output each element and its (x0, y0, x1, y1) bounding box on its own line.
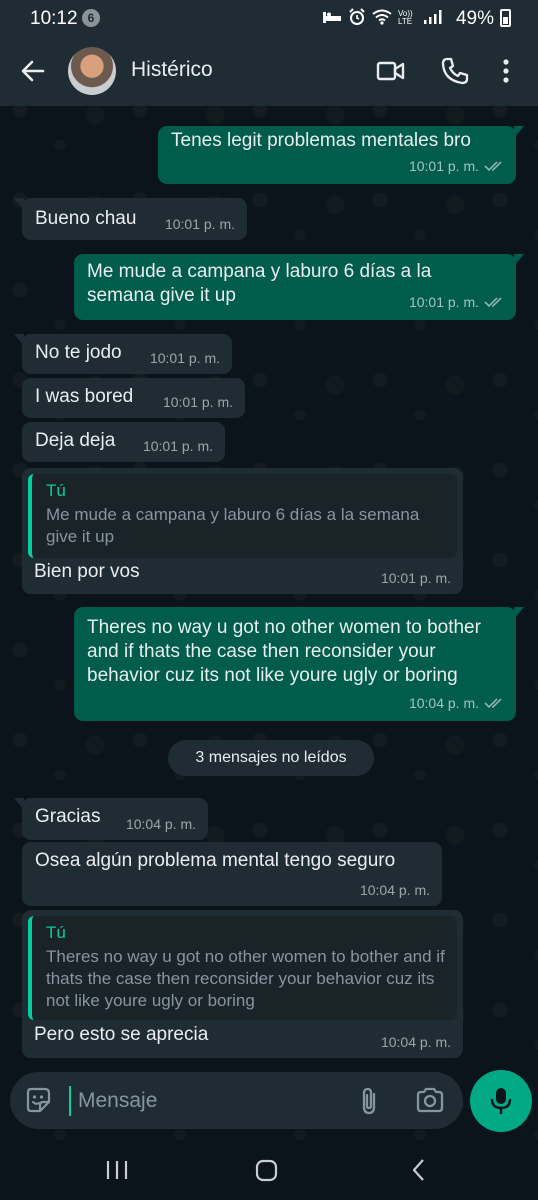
message-bubble-outgoing[interactable]: Me mude a campana y laburo 6 días a la s… (74, 254, 524, 320)
quoted-author: Tú (46, 481, 66, 500)
mic-icon (490, 1088, 512, 1114)
status-icons: Vo)) LTE (322, 7, 442, 29)
message-time: 10:04 p. m. (359, 882, 430, 898)
message-bubble-incoming[interactable]: Osea algún problema mental tengo seguro … (22, 842, 442, 906)
double-check-read-icon (484, 297, 502, 308)
message-time: 10:01 p. m. (149, 350, 220, 366)
status-bar: 10:12 6 Vo)) LTE 49% (0, 0, 538, 36)
message-time: 10:01 p. m. (408, 158, 479, 174)
message-text: Bueno chau (35, 208, 137, 229)
message-meta: 10:01 p. m. (409, 290, 504, 314)
message-text: Deja deja (35, 430, 116, 451)
battery-percent: 49% (455, 8, 494, 29)
message-meta: 10:04 p. m. (409, 691, 504, 715)
back-nav-icon[interactable] (406, 1156, 436, 1184)
camera-icon[interactable] (415, 1086, 445, 1114)
quoted-message[interactable]: Tú Me mude a campana y laburo 6 días a l… (28, 474, 457, 558)
message-time: 10:01 p. m. (142, 438, 213, 454)
notification-count-badge: 6 (82, 9, 100, 27)
quoted-message[interactable]: Tú Theres no way u got no other women to… (28, 916, 457, 1020)
message-bubble-incoming[interactable]: Gracias 10:04 p. m. (14, 798, 208, 840)
double-check-read-icon (484, 161, 502, 172)
message-bubble-incoming-reply[interactable]: Tú Me mude a campana y laburo 6 días a l… (22, 468, 463, 594)
recent-apps-icon[interactable] (104, 1156, 134, 1184)
volte-icon: Vo)) LTE (398, 9, 413, 26)
message-input[interactable] (78, 1084, 348, 1118)
double-check-read-icon (484, 698, 502, 709)
wifi-icon (372, 9, 392, 28)
message-bubble-outgoing[interactable]: Tenes legit problemas mentales bro 10:01… (158, 126, 524, 184)
back-arrow-icon[interactable] (18, 56, 48, 86)
message-bubble-incoming[interactable]: Bueno chau 10:01 p. m. (14, 198, 247, 240)
message-bubble-incoming-reply[interactable]: Tú Theres no way u got no other women to… (22, 910, 463, 1058)
message-text: No te jodo (35, 342, 122, 363)
battery-icon (500, 9, 511, 27)
mic-button[interactable] (470, 1070, 532, 1132)
message-bubble-incoming[interactable]: No te jodo 10:01 p. m. (14, 334, 232, 374)
emoji-sticker-icon[interactable] (24, 1086, 52, 1114)
message-time: 10:01 p. m. (408, 294, 479, 310)
status-time: 10:12 (30, 8, 78, 29)
message-time: 10:04 p. m. (125, 816, 196, 832)
quoted-author: Tú (46, 923, 66, 942)
alarm-icon (348, 7, 366, 29)
message-text: I was bored (35, 386, 134, 407)
message-text: Bien por vos (34, 561, 140, 582)
quoted-text: Theres no way u got no other women to bo… (46, 947, 445, 1010)
contact-name[interactable]: Histérico (131, 58, 213, 82)
system-nav-bar (0, 1140, 538, 1200)
quoted-text: Me mude a campana y laburo 6 días a la s… (46, 505, 420, 546)
message-bubble-incoming[interactable]: Deja deja 10:01 p. m. (22, 422, 225, 462)
attach-icon[interactable] (356, 1086, 382, 1116)
avatar[interactable] (68, 47, 116, 95)
message-time: 10:04 p. m. (408, 695, 479, 711)
home-icon[interactable] (254, 1156, 284, 1184)
message-meta: 10:01 p. m. (409, 154, 504, 178)
message-time: 10:01 p. m. (164, 216, 235, 232)
unread-messages-divider: 3 mensajes no leídos (168, 740, 374, 776)
phone-icon[interactable] (440, 56, 470, 86)
message-bubble-outgoing[interactable]: Theres no way u got no other women to bo… (74, 607, 524, 721)
message-text: Pero esto se aprecia (34, 1024, 209, 1045)
signal-icon (422, 9, 442, 28)
message-text: Osea algún problema mental tengo seguro (35, 850, 396, 871)
video-call-icon[interactable] (376, 56, 406, 86)
chat-header: Histérico (0, 36, 538, 106)
message-bubble-incoming[interactable]: I was bored 10:01 p. m. (22, 378, 245, 418)
message-composer (10, 1072, 463, 1129)
message-text: Gracias (35, 806, 101, 827)
message-text: Tenes legit problemas mentales bro (171, 130, 471, 151)
text-cursor (69, 1086, 71, 1116)
message-time: 10:01 p. m. (162, 394, 233, 410)
more-options-icon[interactable] (496, 56, 516, 86)
message-time: 10:01 p. m. (380, 570, 451, 586)
message-time: 10:04 p. m. (380, 1034, 451, 1050)
sleep-icon (322, 10, 342, 27)
message-text: Theres no way u got no other women to bo… (87, 617, 481, 686)
